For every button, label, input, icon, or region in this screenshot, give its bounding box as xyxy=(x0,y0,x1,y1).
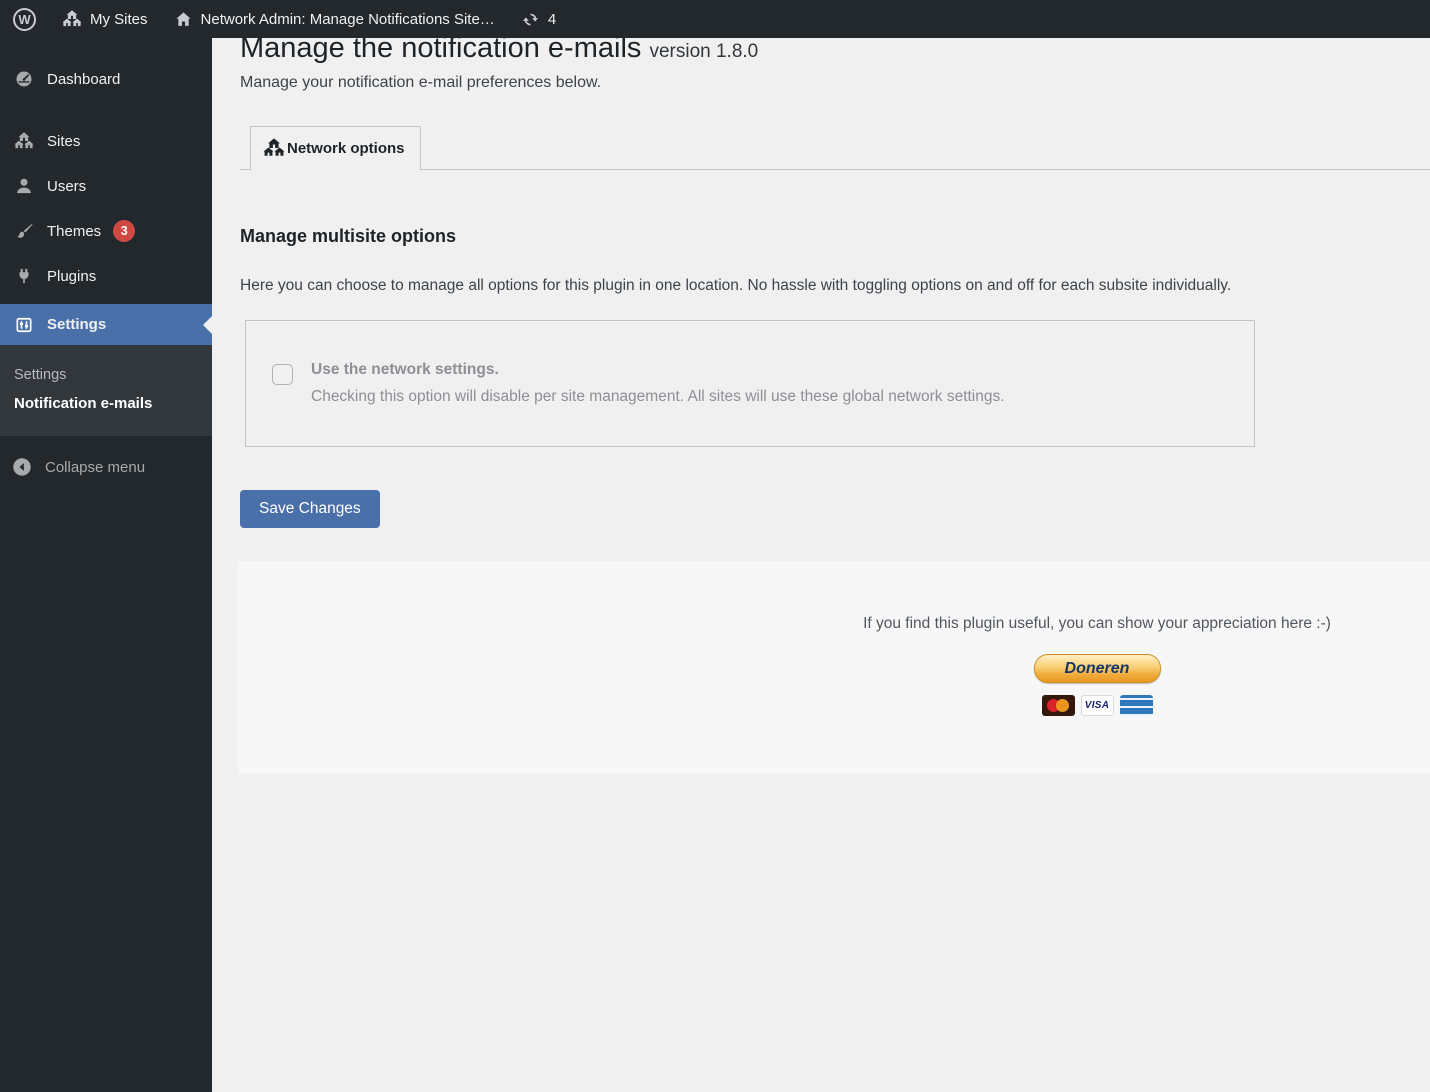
dashboard-icon xyxy=(13,69,35,89)
sidebar-label: Settings xyxy=(47,316,106,333)
paypal-donate-button[interactable]: Doneren xyxy=(1034,654,1161,683)
collapse-arrow-icon xyxy=(11,456,33,478)
sidebar-label: Plugins xyxy=(47,268,96,285)
sidebar-item-plugins[interactable]: Plugins xyxy=(0,259,212,293)
sidebar-label: Themes xyxy=(47,223,101,240)
multisite-icon xyxy=(263,137,285,159)
my-sites-label: My Sites xyxy=(90,11,148,28)
updates-menu[interactable]: 4 xyxy=(508,0,569,38)
users-icon xyxy=(13,176,35,196)
plugin-version: version 1.8.0 xyxy=(649,41,758,62)
home-icon xyxy=(174,10,193,29)
tabs-bar: Network options xyxy=(240,125,1430,170)
save-changes-button[interactable]: Save Changes xyxy=(240,490,380,528)
sidebar-item-themes[interactable]: Themes 3 xyxy=(0,214,212,248)
mastercard-icon xyxy=(1042,695,1075,716)
sidebar-item-dashboard[interactable]: Dashboard xyxy=(0,62,212,96)
sites-icon xyxy=(13,131,35,151)
sidebar-label: Sites xyxy=(47,133,80,150)
admin-bar: W My Sites Network Admin: Manage Notific… xyxy=(0,0,1430,38)
site-name-label: Network Admin: Manage Notifications Site… xyxy=(201,11,495,28)
themes-update-badge: 3 xyxy=(113,220,135,242)
donation-footer: If you find this plugin useful, you can … xyxy=(238,561,1430,774)
section-description: Here you can choose to manage all option… xyxy=(240,273,1240,299)
wordpress-logo-icon: W xyxy=(13,8,36,31)
visa-icon: VISA xyxy=(1081,695,1114,716)
section-title: Manage multisite options xyxy=(240,226,1430,247)
tab-network-options[interactable]: Network options xyxy=(250,126,421,170)
tab-label: Network options xyxy=(287,140,405,157)
multisite-icon xyxy=(62,9,82,29)
site-name-menu[interactable]: Network Admin: Manage Notifications Site… xyxy=(161,0,508,38)
my-sites-menu[interactable]: My Sites xyxy=(49,0,161,38)
sidebar-label: Users xyxy=(47,178,86,195)
payment-cards-row: VISA xyxy=(762,695,1430,716)
wp-logo-menu[interactable]: W xyxy=(0,0,49,38)
network-settings-option-box: Use the network settings. Checking this … xyxy=(245,320,1255,447)
admin-sidebar: Dashboard Sites Users xyxy=(0,38,212,1092)
themes-icon xyxy=(13,221,35,241)
admin-menu: Dashboard Sites Users xyxy=(0,38,212,345)
plugins-icon xyxy=(13,266,35,286)
settings-icon xyxy=(13,315,35,335)
main-content: Manage the notification e-mails version … xyxy=(212,0,1430,774)
collapse-menu-label: Collapse menu xyxy=(45,459,145,476)
donation-message: If you find this plugin useful, you can … xyxy=(762,615,1430,633)
option-description: Checking this option will disable per si… xyxy=(311,388,1005,405)
page-subtitle: Manage your notification e-mail preferen… xyxy=(240,74,1430,92)
updates-count: 4 xyxy=(548,11,556,28)
submenu-item-notification-emails[interactable]: Notification e-mails xyxy=(0,389,212,418)
updates-refresh-icon xyxy=(521,10,540,29)
option-texts: Use the network settings. Checking this … xyxy=(311,357,1005,410)
submenu-item-settings[interactable]: Settings xyxy=(0,361,212,389)
option-label: Use the network settings. xyxy=(311,357,1005,383)
settings-submenu: Settings Notification e-mails xyxy=(0,345,212,436)
use-network-settings-checkbox[interactable] xyxy=(272,364,293,385)
donation-content: If you find this plugin useful, you can … xyxy=(762,561,1430,716)
sidebar-item-settings[interactable]: Settings xyxy=(0,304,212,345)
sidebar-item-users[interactable]: Users xyxy=(0,169,212,203)
sidebar-label: Dashboard xyxy=(47,71,120,88)
sidebar-item-sites[interactable]: Sites xyxy=(0,124,212,158)
collapse-menu-button[interactable]: Collapse menu xyxy=(0,444,212,490)
amex-icon xyxy=(1120,695,1153,716)
